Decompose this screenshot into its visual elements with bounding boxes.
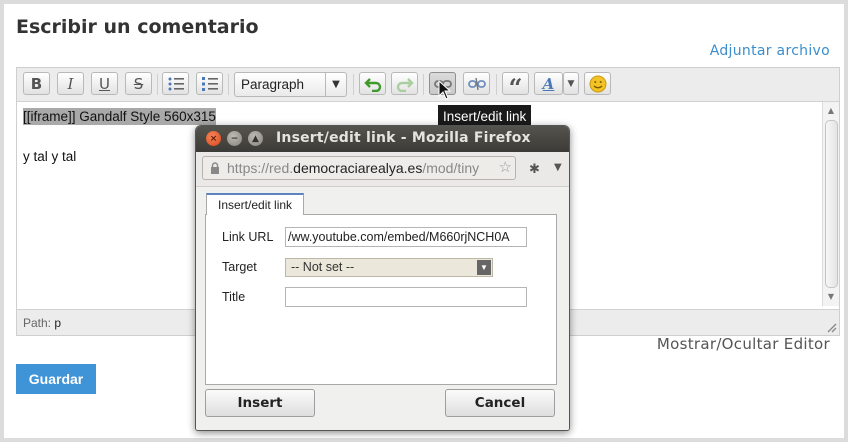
chevron-down-icon: ▼ [567, 78, 575, 89]
path-label: Path: [23, 316, 52, 330]
chevron-down-icon: ▼ [325, 73, 346, 96]
blockquote-button[interactable]: “ [502, 72, 529, 102]
bold-button[interactable]: B [23, 72, 50, 95]
url-suffix: /mod/tiny [422, 160, 480, 176]
insert-button[interactable]: Insert [205, 389, 315, 417]
chevron-down-icon: ▼ [477, 260, 491, 275]
bookmark-star-icon[interactable]: ☆ [499, 157, 512, 179]
window-close-button[interactable]: × [206, 131, 221, 146]
target-select[interactable]: -- Not set -- ▼ [285, 258, 493, 277]
unlink-icon [467, 77, 486, 90]
minimize-icon: − [230, 133, 239, 144]
link-url-label: Link URL [222, 230, 274, 244]
smiley-icon [589, 75, 606, 92]
font-color-button[interactable]: A [534, 72, 563, 95]
toolbar-divider [157, 74, 158, 95]
maximize-icon: ▲ [252, 133, 259, 144]
numbered-list-button[interactable] [196, 72, 223, 95]
scrollbar-thumb[interactable] [825, 120, 838, 288]
format-value: Paragraph [241, 77, 305, 92]
toolbar-divider [228, 74, 229, 95]
undo-icon [363, 77, 381, 92]
address-bar-row: https://red.democraciarealya.es/mod/tiny… [196, 152, 569, 187]
bullet-list-icon [168, 77, 184, 90]
redo-button[interactable] [391, 72, 418, 95]
scroll-down-icon[interactable]: ▼ [823, 290, 839, 304]
save-button[interactable]: Guardar [16, 364, 96, 394]
insert-link-window: × − ▲ Insert/edit link - Mozilla Firefox… [195, 125, 570, 431]
target-value: -- Not set -- [291, 260, 355, 274]
cancel-button[interactable]: Cancel [445, 389, 555, 417]
unlink-button[interactable] [463, 72, 490, 95]
strikethrough-button[interactable]: S [125, 72, 152, 95]
url-prefix: https://red. [227, 160, 294, 176]
redo-icon [396, 77, 414, 92]
selected-text[interactable]: [[iframe]] Gandalf Style 560x315 [23, 108, 216, 125]
link-panel: Link URL /ww.youtube.com/embed/M660rjNCH… [205, 214, 557, 385]
window-titlebar[interactable]: × − ▲ Insert/edit link - Mozilla Firefox [196, 126, 569, 152]
underline-button[interactable]: U [91, 72, 118, 95]
link-url-input[interactable]: /ww.youtube.com/embed/M660rjNCH0A [285, 227, 527, 247]
toggle-editor-link[interactable]: Mostrar/Ocultar Editor [657, 335, 830, 353]
close-icon: × [209, 133, 218, 144]
toolbar-divider [496, 74, 497, 95]
toolbar-divider [423, 74, 424, 95]
path-value[interactable]: p [54, 316, 61, 330]
numbered-list-icon [201, 76, 218, 91]
emoticon-button[interactable] [584, 72, 611, 95]
title-label: Title [222, 290, 246, 304]
attach-file-link[interactable]: Adjuntar archivo [710, 43, 830, 59]
lock-icon [211, 162, 219, 174]
bullet-list-button[interactable] [162, 72, 189, 95]
toolbar-divider [353, 74, 354, 95]
window-minimize-button[interactable]: − [227, 131, 242, 146]
editor-text-line[interactable]: y tal y tal [23, 149, 76, 164]
window-title: Insert/edit link - Mozilla Firefox [276, 130, 531, 146]
editor-content[interactable]: [[iframe]] Gandalf Style 560x315 [23, 108, 813, 125]
title-input[interactable] [285, 287, 527, 307]
italic-button[interactable]: I [57, 72, 84, 95]
mouse-cursor-icon [438, 80, 452, 100]
editor-toolbar: B I U S Paragraph ▼ “ A ▼ [17, 68, 839, 102]
url-domain: democraciarealya.es [293, 160, 423, 176]
page-title: Escribir un comentario [16, 16, 259, 38]
window-maximize-button[interactable]: ▲ [248, 131, 263, 146]
dialog-body: Insert/edit link Link URL /ww.youtube.co… [196, 187, 569, 430]
element-path: Path: p [23, 316, 61, 330]
resize-handle-icon[interactable] [825, 321, 837, 333]
chevron-down-icon[interactable]: ▼ [554, 162, 562, 173]
editor-scrollbar[interactable]: ▲ ▼ [822, 102, 839, 306]
format-dropdown[interactable]: Paragraph ▼ [234, 72, 347, 97]
undo-button[interactable] [359, 72, 386, 95]
font-color-dropdown[interactable]: ▼ [563, 72, 579, 95]
address-bar[interactable]: https://red.democraciarealya.es/mod/tiny… [202, 156, 516, 180]
address-url: https://red.democraciarealya.es/mod/tiny [227, 157, 479, 179]
extension-icon[interactable]: ✱ [529, 162, 540, 177]
tab-insert-edit-link[interactable]: Insert/edit link [206, 193, 305, 215]
scroll-up-icon[interactable]: ▲ [823, 104, 839, 118]
target-label: Target [222, 260, 257, 274]
